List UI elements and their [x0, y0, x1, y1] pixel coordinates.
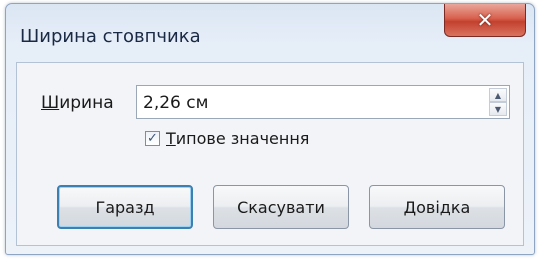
width-label-text: ирина	[59, 93, 114, 113]
default-value-text: ипове значення	[175, 129, 310, 148]
width-input[interactable]: 2,26 см	[143, 93, 208, 113]
close-button[interactable]: ✕	[444, 4, 526, 37]
ok-button[interactable]: Гаразд	[57, 185, 193, 229]
default-value-label[interactable]: Типове значення	[166, 129, 309, 148]
width-spinbox[interactable]: 2,26 см ▲ ▼	[136, 85, 510, 119]
cancel-button-label: Скасувати	[237, 197, 325, 217]
checkmark-icon: ✓	[147, 131, 158, 146]
spin-buttons: ▲ ▼	[489, 88, 507, 116]
close-icon: ✕	[476, 8, 494, 32]
spin-up-button[interactable]: ▲	[489, 88, 507, 102]
help-button[interactable]: Довідка	[369, 185, 505, 229]
default-value-checkbox[interactable]: ✓	[145, 131, 160, 146]
default-value-accelerator: Т	[166, 129, 176, 148]
column-width-dialog: Ширина стовпчика ✕ Ширина 2,26 см ▲ ▼ ✓ …	[5, 3, 535, 255]
dialog-title: Ширина стовпчика	[20, 26, 201, 47]
help-button-label: Довідка	[404, 198, 471, 217]
width-label: Ширина	[41, 93, 114, 113]
help-button-accelerator: Д	[403, 197, 417, 217]
ok-button-label: Гаразд	[95, 197, 155, 217]
chevron-down-icon: ▼	[494, 104, 502, 114]
chevron-up-icon: ▲	[494, 90, 502, 100]
dialog-body: Ширина 2,26 см ▲ ▼ ✓ Типове значення Гар…	[16, 62, 524, 246]
help-button-text: овідка	[416, 197, 471, 217]
cancel-button[interactable]: Скасувати	[213, 185, 349, 229]
width-label-accelerator: Ш	[41, 93, 60, 113]
spin-down-button[interactable]: ▼	[489, 102, 507, 116]
default-value-option[interactable]: ✓ Типове значення	[145, 129, 309, 148]
